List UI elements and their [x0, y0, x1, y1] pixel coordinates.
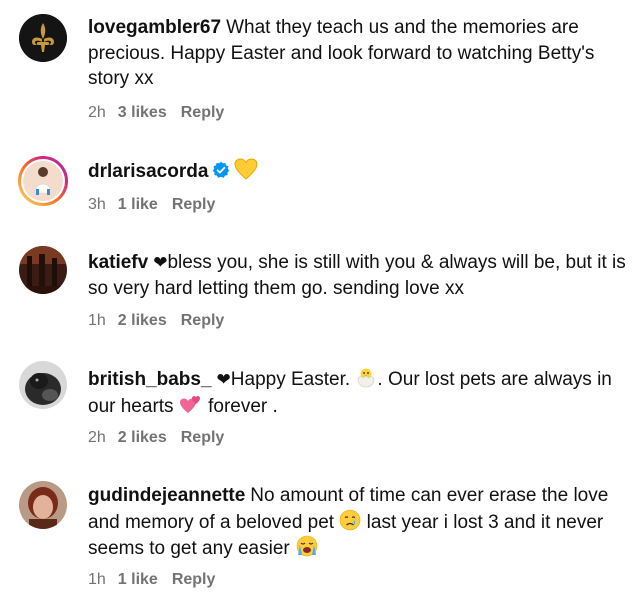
- comment-meta: 1h 2 likes Reply: [88, 312, 238, 330]
- comment-meta: 2h 2 likes Reply: [88, 429, 238, 447]
- avatar[interactable]: [17, 155, 69, 207]
- fleur-de-lis-icon: [19, 14, 67, 62]
- avatar[interactable]: [19, 481, 67, 529]
- comment-meta: 1h 1 like Reply: [88, 571, 229, 589]
- crying-face-icon: [340, 509, 361, 530]
- reply-button[interactable]: Reply: [181, 429, 225, 446]
- comment-username[interactable]: drlarisacorda: [88, 161, 208, 182]
- avatar[interactable]: [19, 246, 67, 294]
- comment-body: katiefv ❤bless you, she is still with you…: [88, 250, 628, 301]
- reply-button[interactable]: Reply: [172, 196, 216, 213]
- comment-meta: 2h 3 likes Reply: [88, 104, 238, 122]
- black-heart-icon: ❤: [153, 253, 168, 272]
- comment-text: bless you, she is still with you & alway…: [88, 252, 626, 299]
- comment-time: 3h: [88, 196, 106, 213]
- avatar-story-ring-image: [18, 156, 68, 206]
- comment-username[interactable]: gudindejeannette: [88, 485, 245, 506]
- two-hearts-icon: [179, 395, 200, 413]
- comment-username[interactable]: katiefv: [88, 252, 148, 273]
- comment-likes[interactable]: 2 likes: [118, 429, 167, 446]
- hatching-chick-icon: [358, 368, 375, 388]
- comment-time: 2h: [88, 429, 106, 446]
- comment-time: 2h: [88, 104, 106, 121]
- avatar-image: [19, 481, 67, 529]
- comment-username[interactable]: british_babs_: [88, 369, 212, 390]
- avatar[interactable]: [19, 361, 67, 409]
- comment-text: Happy Easter.: [230, 369, 351, 390]
- comment-body: lovegambler67 What they teach us and the …: [88, 15, 628, 92]
- reply-button[interactable]: Reply: [172, 571, 216, 588]
- reply-button[interactable]: Reply: [181, 312, 225, 329]
- comment-item: british_babs_ ❤Happy Easter. . Our lost p…: [0, 355, 634, 472]
- avatar-image: [19, 361, 67, 409]
- comment-likes[interactable]: 1 like: [118, 196, 158, 213]
- comment-item: katiefv ❤bless you, she is still with you…: [0, 240, 634, 355]
- comment-likes[interactable]: 3 likes: [118, 104, 167, 121]
- avatar-image: [19, 246, 67, 294]
- comment-body: drlarisacorda: [88, 158, 628, 185]
- comment-text: forever .: [208, 395, 278, 417]
- black-heart-icon: ❤: [216, 370, 231, 389]
- reply-button[interactable]: Reply: [181, 104, 225, 121]
- verified-badge-icon: [213, 161, 230, 178]
- comment-body: gudindejeannette No amount of time can ev…: [88, 483, 628, 562]
- comment-likes[interactable]: 2 likes: [118, 312, 167, 329]
- comment-item: drlarisacorda 3h 1 like Reply: [0, 140, 634, 240]
- comment-time: 1h: [88, 571, 106, 588]
- comment-item: gudindejeannette No amount of time can ev…: [0, 472, 634, 608]
- comment-body: british_babs_ ❤Happy Easter. . Our lost p…: [88, 366, 628, 419]
- comment-time: 1h: [88, 312, 106, 329]
- comment-username[interactable]: lovegambler67: [88, 17, 221, 38]
- comment-likes[interactable]: 1 like: [118, 571, 158, 588]
- avatar[interactable]: [19, 14, 67, 62]
- comment-item: lovegambler67 What they teach us and the …: [0, 0, 634, 140]
- yellow-heart-icon: [234, 158, 258, 180]
- comment-meta: 3h 1 like Reply: [88, 196, 229, 214]
- loudly-crying-face-icon: [296, 535, 318, 557]
